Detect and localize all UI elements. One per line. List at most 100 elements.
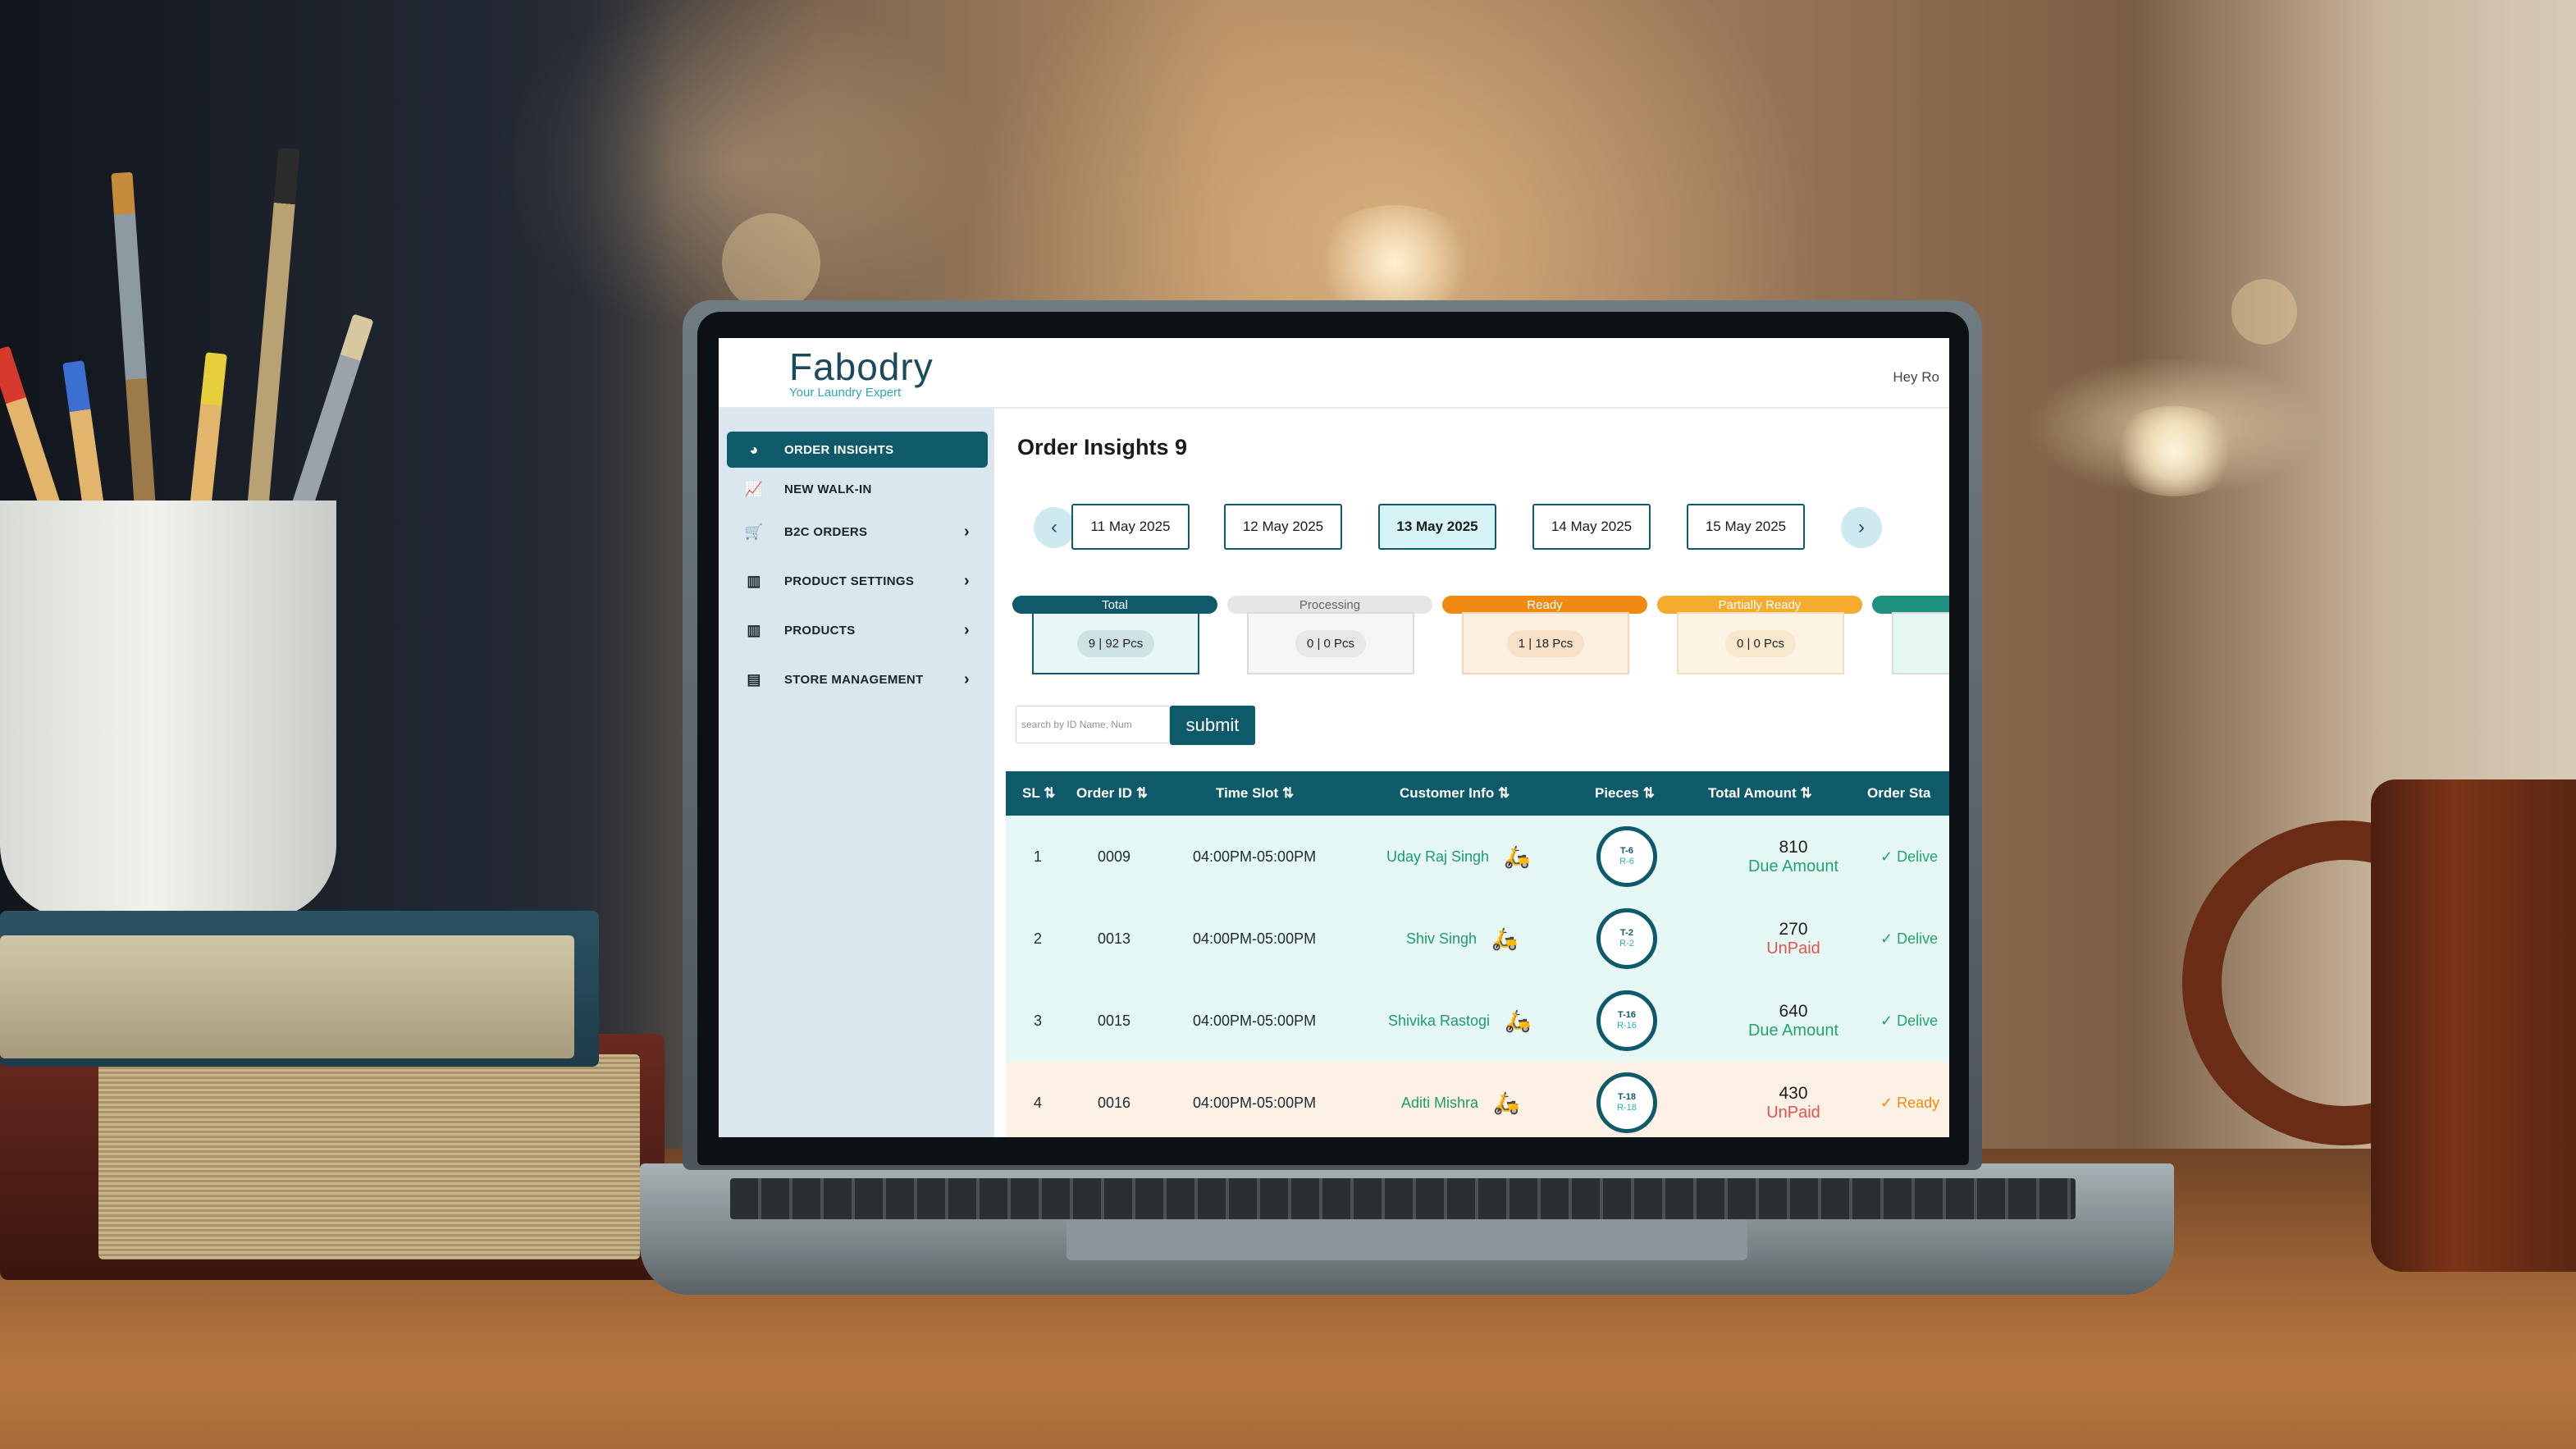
pieces-total: T-6 [1620,846,1633,856]
cell-order-id[interactable]: 0013 [1098,898,1130,980]
column-header-order-status[interactable]: Order Sta [1867,771,1930,816]
customer-name[interactable]: Shivika Rastogi [1388,1012,1490,1030]
date-button[interactable]: 11 May 2025 [1071,504,1190,550]
order-status-text: Delive [1897,1012,1939,1029]
column-header-time-slot[interactable]: Time Slot ⇅ [1216,771,1294,816]
sidebar-item-store-management[interactable]: ▤ STORE MANAGEMENT › [727,661,988,697]
pieces-total: T-16 [1617,1010,1636,1020]
date-button-selected[interactable]: 13 May 2025 [1378,504,1496,550]
status-count: 1 | 18 Pcs [1506,629,1585,657]
cell-pieces: T-2 R-2 [1596,898,1657,980]
order-status-text: Delive [1897,848,1939,865]
cell-customer-info[interactable]: Aditi Mishra 🛵 [1401,1062,1519,1137]
store-icon: ▤ [747,670,761,688]
customer-name[interactable]: Shiv Singh [1406,930,1477,948]
app-header: Fabodry Your Laundry Expert Hey Ro [719,338,1949,409]
status-card-ready[interactable]: Ready 1 | 18 Pcs [1442,596,1647,674]
sidebar-item-label: PRODUCT SETTINGS [784,574,915,588]
sidebar-item-label: PRODUCTS [784,623,856,638]
map-icon: ▥ [747,572,761,589]
date-button[interactable]: 12 May 2025 [1224,504,1342,550]
pieces-total: T-2 [1620,928,1633,938]
next-date-button[interactable]: › [1841,507,1882,548]
cell-sl: 3 [1034,1012,1043,1029]
cell-customer-info[interactable]: Shivika Rastogi 🛵 [1388,980,1531,1062]
column-header-customer-info[interactable]: Customer Info ⇅ [1400,771,1510,816]
sidebar-item-label: STORE MANAGEMENT [784,672,924,687]
status-box [1892,612,1949,674]
cell-order-status[interactable]: ✓ Ready [1880,1062,1939,1137]
delivery-rider-icon: 🛵 [1491,926,1519,951]
cell-time-slot: 04:00PM-05:00PM [1193,848,1317,865]
cell-order-status[interactable]: ✓ Delive [1880,980,1938,1062]
column-header-order-id[interactable]: Order ID ⇅ [1076,771,1148,816]
order-status-text: Delive [1897,930,1939,947]
status-count: 0 | 0 Pcs [1295,629,1367,657]
chevron-right-icon: › [964,620,970,639]
status-box: 0 | 0 Pcs [1677,612,1844,674]
cell-customer-info[interactable]: Shiv Singh 🛵 [1406,898,1518,980]
status-card-processing[interactable]: Processing 0 | 0 Pcs [1227,596,1432,674]
status-card-partially-ready[interactable]: Partially Ready 0 | 0 Pcs [1657,596,1862,674]
page-title: Order Insights 9 [1017,435,1188,459]
date-button[interactable]: 15 May 2025 [1687,504,1805,550]
cell-order-id[interactable]: 0016 [1098,1062,1130,1137]
table-row[interactable]: 2 0013 04:00PM-05:00PM Shiv Singh 🛵 T-2 … [1006,898,1949,981]
status-box: 1 | 18 Pcs [1462,612,1629,674]
status-box: 0 | 0 Pcs [1247,612,1414,674]
check-circle-icon: ✓ [1880,930,1898,947]
table-row[interactable]: 1 0009 04:00PM-05:00PM Uday Raj Singh 🛵 … [1006,816,1949,899]
cell-total-amount: 810 Due Amount [1711,816,1875,898]
pieces-ready: R-2 [1619,939,1634,948]
cell-time-slot: 04:00PM-05:00PM [1193,930,1317,947]
cell-time-slot: 04:00PM-05:00PM [1193,1094,1317,1111]
date-button[interactable]: 14 May 2025 [1532,504,1651,550]
chevron-right-icon: › [964,571,970,590]
sidebar-item-new-walk-in[interactable]: 📈 NEW WALK-IN [727,471,988,507]
sidebar-item-b2c-orders[interactable]: 🛒 B2C ORDERS › [727,514,988,550]
sidebar-item-products[interactable]: ▥ PRODUCTS › [727,612,988,648]
book-pages [0,935,574,1058]
line-chart-icon: 📈 [744,480,764,497]
chevron-right-icon: › [964,670,970,688]
status-card-partial[interactable] [1872,596,1949,674]
column-header-total-amount[interactable]: Total Amount ⇅ [1708,771,1812,816]
cell-total-amount: 270 UnPaid [1711,898,1875,980]
status-label: Ready [1442,596,1647,614]
order-status-text: Ready [1897,1094,1940,1111]
table-row[interactable]: 3 0015 04:00PM-05:00PM Shivika Rastogi 🛵… [1006,980,1949,1063]
table-row[interactable]: 4 0016 04:00PM-05:00PM Aditi Mishra 🛵 T-… [1006,1062,1949,1137]
amount-value: 430 [1779,1083,1808,1103]
bokeh-light [722,213,820,312]
payment-status: Due Amount [1747,1021,1839,1040]
column-header-pieces[interactable]: Pieces ⇅ [1595,771,1655,816]
sidebar-item-product-settings[interactable]: ▥ PRODUCT SETTINGS › [727,563,988,599]
cell-order-id[interactable]: 0015 [1098,980,1130,1062]
cart-icon: 🛒 [744,523,764,540]
submit-button[interactable]: submit [1170,706,1255,745]
customer-name[interactable]: Aditi Mishra [1401,1095,1478,1112]
user-greeting[interactable]: Hey Ro [1893,369,1939,386]
prev-date-button[interactable]: ‹ [1034,507,1075,548]
cell-order-status[interactable]: ✓ Delive [1880,898,1938,980]
status-card-total[interactable]: Total 9 | 92 Pcs [1012,596,1217,674]
status-pill [1872,596,1949,614]
column-header-sl[interactable]: SL ⇅ [1022,771,1055,816]
search-input[interactable]: search by ID Name, Num [1016,706,1170,743]
cell-order-status[interactable]: ✓ Delive [1880,816,1938,898]
cell-sl: 2 [1034,930,1043,947]
chevron-right-icon: › [1858,516,1865,538]
sidebar-item-order-insights[interactable]: ◕ ORDER INSIGHTS [727,432,988,468]
cell-order-id[interactable]: 0009 [1098,816,1130,898]
payment-status: UnPaid [1766,1103,1820,1122]
customer-name[interactable]: Uday Raj Singh [1386,848,1489,866]
delivery-rider-icon: 🛵 [1504,843,1531,869]
delivery-rider-icon: 🛵 [1493,1090,1520,1115]
status-count: 9 | 92 Pcs [1076,629,1155,657]
cell-customer-info[interactable]: Uday Raj Singh 🛵 [1386,816,1530,898]
brand-logo[interactable]: Fabodry Your Laundry Expert [789,345,934,400]
main-content: Order Insights 9 ‹ 11 May 2025 12 May 20… [994,409,1949,1137]
laptop-trackpad [1066,1219,1747,1260]
coffee-mug [2371,779,2576,1272]
amount-value: 270 [1779,919,1808,939]
